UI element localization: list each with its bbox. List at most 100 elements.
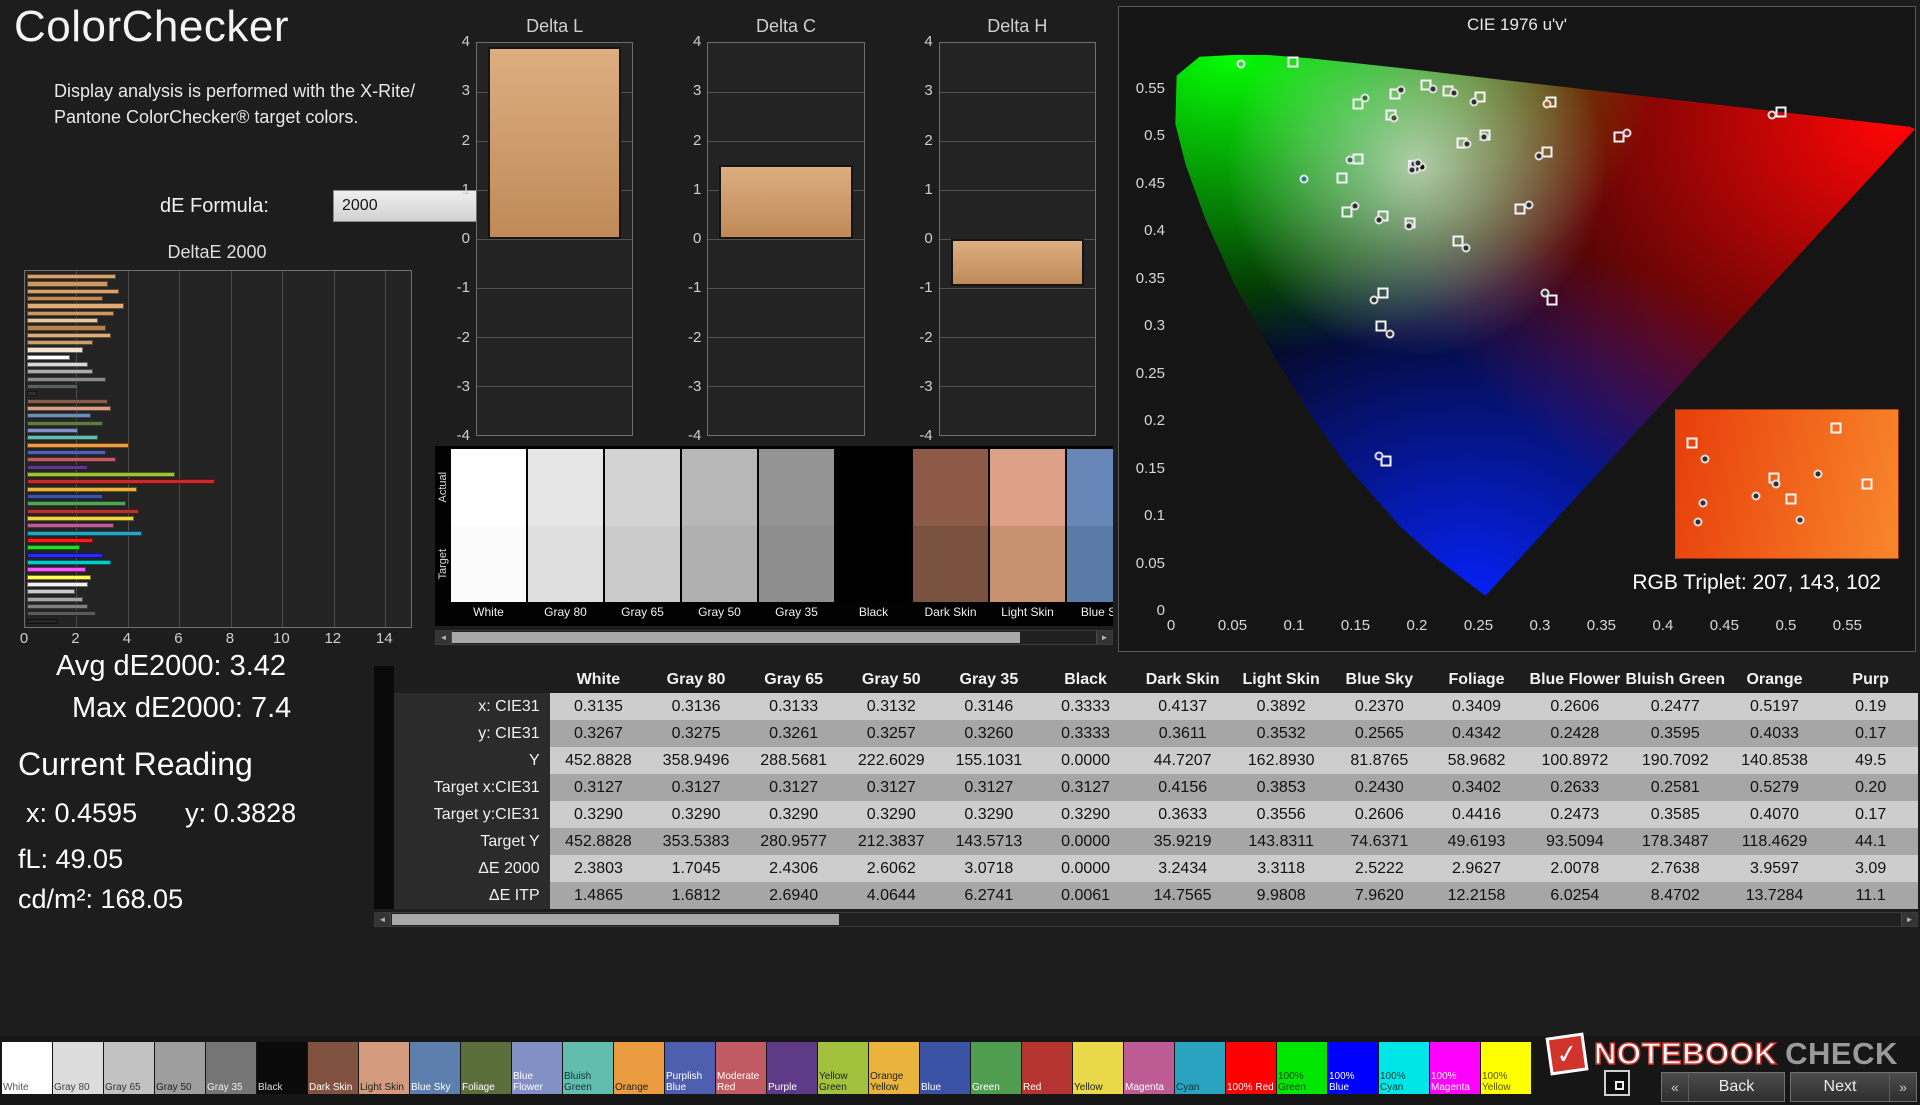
- de-bar-row: [27, 420, 409, 427]
- gridline: [477, 337, 633, 338]
- table-cell: 1.7045: [647, 855, 745, 882]
- patch-swatch-blue-sky[interactable]: Blue Sky: [410, 1042, 460, 1094]
- swatch-column-white: [451, 449, 526, 602]
- table-cell: 178.3487: [1624, 828, 1726, 855]
- delta-bar: [719, 164, 853, 239]
- y-tick-label: -1: [919, 279, 933, 297]
- patch-swatch-white[interactable]: White: [2, 1042, 52, 1094]
- cie-x-tick-label: 0.35: [1586, 617, 1617, 634]
- next-chevron-icon[interactable]: »: [1889, 1073, 1916, 1101]
- patch-swatch-blue[interactable]: Blue: [920, 1042, 970, 1094]
- patch-swatch-red[interactable]: Red: [1022, 1042, 1072, 1094]
- table-column-header: Bluish Green: [1624, 666, 1726, 693]
- table-cell: 0.2370: [1330, 693, 1429, 720]
- gridline: [939, 386, 1095, 387]
- gridline: [708, 141, 864, 142]
- cie-measured-point: [1622, 128, 1632, 138]
- scroll-thumb[interactable]: [392, 914, 840, 925]
- table-cell: 0.3261: [744, 720, 843, 747]
- table-cell: 0.5197: [1725, 693, 1824, 720]
- table-cell: 4.0644: [842, 882, 941, 909]
- back-chevron-icon[interactable]: «: [1662, 1073, 1689, 1101]
- swatch-name: Gray 35: [775, 605, 818, 619]
- patch-swatch-foliage[interactable]: Foliage: [461, 1042, 511, 1094]
- de-bar: [27, 420, 104, 426]
- patch-swatch-100-green[interactable]: 100% Green: [1277, 1042, 1327, 1094]
- target-swatch: [990, 525, 1065, 602]
- patch-swatch-yellow[interactable]: Yellow: [1073, 1042, 1123, 1094]
- y-tick-label: 2: [461, 131, 470, 149]
- patch-swatch-moderate-red[interactable]: Moderate Red: [716, 1042, 766, 1094]
- patch-swatch-blue-flower[interactable]: Blue Flower: [512, 1042, 562, 1094]
- patch-swatch-orange-yellow[interactable]: Orange Yellow: [869, 1042, 919, 1094]
- de-bar-row: [27, 464, 409, 471]
- table-cell: 0.0000: [1037, 747, 1134, 774]
- table-cell: 0.3333: [1037, 720, 1134, 747]
- table-cell: 0.3257: [842, 720, 941, 747]
- back-button-label: Back: [1718, 1078, 1755, 1095]
- patch-swatch-green[interactable]: Green: [971, 1042, 1021, 1094]
- de-bar: [27, 567, 86, 573]
- patch-swatch-purplish-blue[interactable]: Purplish Blue: [665, 1042, 715, 1094]
- table-scrollbar[interactable]: ◄ ►: [374, 912, 1918, 927]
- inset-target-marker: [1686, 437, 1698, 449]
- patch-swatch-light-skin[interactable]: Light Skin: [359, 1042, 409, 1094]
- table-cell: 0.3290: [549, 801, 648, 828]
- cie-y-tick-label: 0.45: [1135, 174, 1165, 192]
- table-cell: 0.17: [1823, 801, 1918, 828]
- patch-swatch-100-red[interactable]: 100% Red: [1226, 1042, 1276, 1094]
- current-fl: fL: 49.05: [18, 844, 124, 874]
- current-y: y: 0.3828: [185, 798, 297, 828]
- table-cell: 0.2430: [1330, 774, 1429, 801]
- cie-y-tick-label: 0.1: [1144, 507, 1165, 525]
- de-bar: [27, 581, 89, 587]
- patch-swatch-gray-35[interactable]: Gray 35: [206, 1042, 256, 1094]
- patch-swatch-orange[interactable]: Orange: [614, 1042, 664, 1094]
- patch-swatch-dark-skin[interactable]: Dark Skin: [308, 1042, 358, 1094]
- de-bar: [27, 603, 89, 609]
- patch-swatch-cyan[interactable]: Cyan: [1175, 1042, 1225, 1094]
- patch-swatch-yellow-green[interactable]: Yellow Green: [818, 1042, 868, 1094]
- patch-swatch-label: 100% Yellow: [1482, 1071, 1511, 1093]
- scroll-left-arrow[interactable]: ◄: [436, 631, 452, 644]
- patch-swatch-100-blue[interactable]: 100% Blue: [1328, 1042, 1378, 1094]
- patch-swatch-black[interactable]: Black: [257, 1042, 307, 1094]
- patch-swatch-100-cyan[interactable]: 100% Cyan: [1379, 1042, 1429, 1094]
- target-swatch: [1067, 525, 1113, 602]
- table-cell: 0.2633: [1524, 774, 1625, 801]
- scroll-right-arrow[interactable]: ►: [1901, 913, 1917, 926]
- patch-swatch-100-yellow[interactable]: 100% Yellow: [1481, 1042, 1531, 1094]
- patch-swatch-100-magenta[interactable]: 100% Magenta: [1430, 1042, 1480, 1094]
- table-row-label: x: CIE31: [394, 693, 550, 720]
- scroll-right-arrow[interactable]: ►: [1096, 631, 1112, 644]
- gridline: [708, 92, 864, 93]
- table-column-header: Foliage: [1428, 666, 1525, 693]
- patch-swatch-gray-80[interactable]: Gray 80: [53, 1042, 103, 1094]
- y-tick-label: 0: [461, 230, 470, 247]
- table-column-header: White: [549, 666, 648, 693]
- avg-de2000: Avg dE2000: 3.42: [56, 650, 287, 682]
- scroll-left-arrow[interactable]: ◄: [375, 913, 391, 926]
- strip-scrollbar[interactable]: ◄ ►: [435, 630, 1113, 645]
- y-tick-label: 1: [692, 180, 702, 198]
- patch-swatch-magenta[interactable]: Magenta: [1124, 1042, 1174, 1094]
- cie-target-purplish-blue: [1377, 287, 1389, 299]
- table-cell: 452.8828: [549, 828, 648, 855]
- patch-swatch-label: Green: [972, 1081, 1000, 1093]
- cie-measured-point: [1534, 151, 1544, 161]
- table-column-header: Purp: [1823, 666, 1918, 693]
- patch-swatch-gray-65[interactable]: Gray 65: [104, 1042, 154, 1094]
- de-bar: [27, 508, 140, 514]
- de-bar: [27, 501, 127, 507]
- scroll-thumb[interactable]: [452, 632, 1020, 643]
- next-button[interactable]: Next »: [1790, 1072, 1917, 1102]
- de-bar-row: [27, 361, 409, 368]
- back-button[interactable]: « Back: [1661, 1072, 1785, 1102]
- patch-swatch-gray-50[interactable]: Gray 50: [155, 1042, 205, 1094]
- patch-swatch-purple[interactable]: Purple: [767, 1042, 817, 1094]
- gridline: [939, 92, 1095, 93]
- cie-measured-point: [1236, 59, 1246, 69]
- y-tick-label: 4: [692, 33, 702, 50]
- patch-swatch-bluish-green[interactable]: Bluish Green: [563, 1042, 613, 1094]
- de-bar-row: [27, 595, 409, 602]
